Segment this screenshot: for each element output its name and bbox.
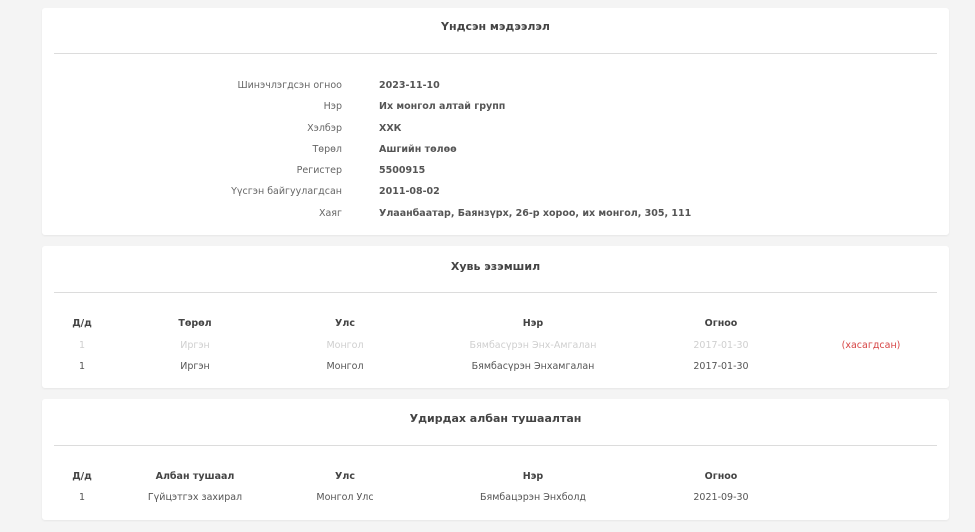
officials-title: Удирдах албан тушаалтан: [409, 412, 582, 425]
col-header-position: Албан тушаал: [155, 471, 235, 482]
cell-country: Монгол: [326, 340, 364, 351]
info-label: Төрөл: [312, 144, 342, 155]
removed-status-label: (хасагдсан): [841, 340, 901, 351]
info-value: Ашгийн төлөө: [379, 144, 457, 155]
info-row-type: Төрөл Ашгийн төлөө: [42, 143, 949, 157]
ownership-table-header: Д/д Төрөл Улс Нэр Огноо: [42, 317, 949, 331]
basic-info-card: Үндсэн мэдээлэл Шинэчлэгдсэн огноо 2023-…: [42, 8, 949, 235]
info-value: 2023-11-10: [379, 80, 440, 91]
cell-name: Бямбацэрэн Энхболд: [479, 492, 587, 503]
col-header-date: Огноо: [704, 471, 738, 482]
table-row: 1 Иргэн Монгол Бямбасүрэн Энх-Амгалан 20…: [42, 339, 949, 353]
officials-divider: [54, 445, 937, 446]
officials-card: Удирдах албан тушаалтан Д/д Албан тушаал…: [42, 399, 949, 520]
col-header-date: Огноо: [704, 318, 738, 329]
col-header-name: Нэр: [522, 471, 544, 482]
info-row-register: Регистер 5500915: [42, 164, 949, 178]
info-value: ХХК: [379, 123, 402, 134]
info-label: Нэр: [323, 101, 342, 112]
basic-info-title: Үндсэн мэдээлэл: [441, 20, 550, 33]
info-value: Их монгол алтай групп: [379, 101, 506, 112]
cell-no: 1: [78, 492, 86, 503]
cell-type: Иргэн: [180, 361, 210, 372]
info-label: Регистер: [296, 165, 342, 176]
info-label: Шинэчлэгдсэн огноо: [237, 80, 342, 91]
info-row-name: Нэр Их монгол алтай групп: [42, 100, 949, 114]
cell-name: Бямбасүрэн Энхамгалан: [471, 361, 595, 372]
col-header-country: Улс: [335, 471, 355, 482]
table-row: 1 Гүйцэтгэх захирал Монгол Улс Бямбацэрэ…: [42, 491, 949, 505]
table-row: 1 Иргэн Монгол Бямбасүрэн Энхамгалан 201…: [42, 360, 949, 374]
cell-no: 1: [78, 361, 86, 372]
ownership-title: Хувь эзэмшил: [450, 260, 541, 273]
info-row-founded: Үүсгэн байгуулагдсан 2011-08-02: [42, 185, 949, 199]
cell-position: Гүйцэтгэх захирал: [147, 492, 243, 503]
cell-date: 2017-01-30: [693, 361, 749, 372]
cell-no: 1: [78, 340, 86, 351]
info-row-address: Хаяг Улаанбаатар, Баянзүрх, 26-р хороо, …: [42, 207, 949, 221]
cell-date: 2021-09-30: [693, 492, 749, 503]
col-header-type: Төрөл: [178, 318, 212, 329]
basic-info-divider: [54, 53, 937, 54]
col-header-no: Д/д: [72, 318, 92, 329]
cell-date: 2017-01-30: [693, 340, 749, 351]
info-value: 2011-08-02: [379, 186, 440, 197]
cell-country: Монгол: [326, 361, 364, 372]
ownership-divider: [54, 292, 937, 293]
info-label: Хаяг: [318, 208, 342, 219]
info-label: Үүсгэн байгуулагдсан: [231, 186, 342, 197]
info-row-form: Хэлбэр ХХК: [42, 122, 949, 136]
col-header-no: Д/д: [72, 471, 92, 482]
officials-table-header: Д/д Албан тушаал Улс Нэр Огноо: [42, 470, 949, 484]
cell-type: Иргэн: [180, 340, 210, 351]
col-header-name: Нэр: [522, 318, 544, 329]
ownership-card: Хувь эзэмшил Д/д Төрөл Улс Нэр Огноо 1 И…: [42, 246, 949, 388]
info-label: Хэлбэр: [307, 123, 342, 134]
info-value: 5500915: [379, 165, 426, 176]
cell-country: Монгол Улс: [316, 492, 374, 503]
cell-name: Бямбасүрэн Энх-Амгалан: [469, 340, 597, 351]
info-value: Улаанбаатар, Баянзүрх, 26-р хороо, их мо…: [379, 208, 692, 219]
col-header-country: Улс: [335, 318, 355, 329]
info-row-updated-date: Шинэчлэгдсэн огноо 2023-11-10: [42, 79, 949, 93]
